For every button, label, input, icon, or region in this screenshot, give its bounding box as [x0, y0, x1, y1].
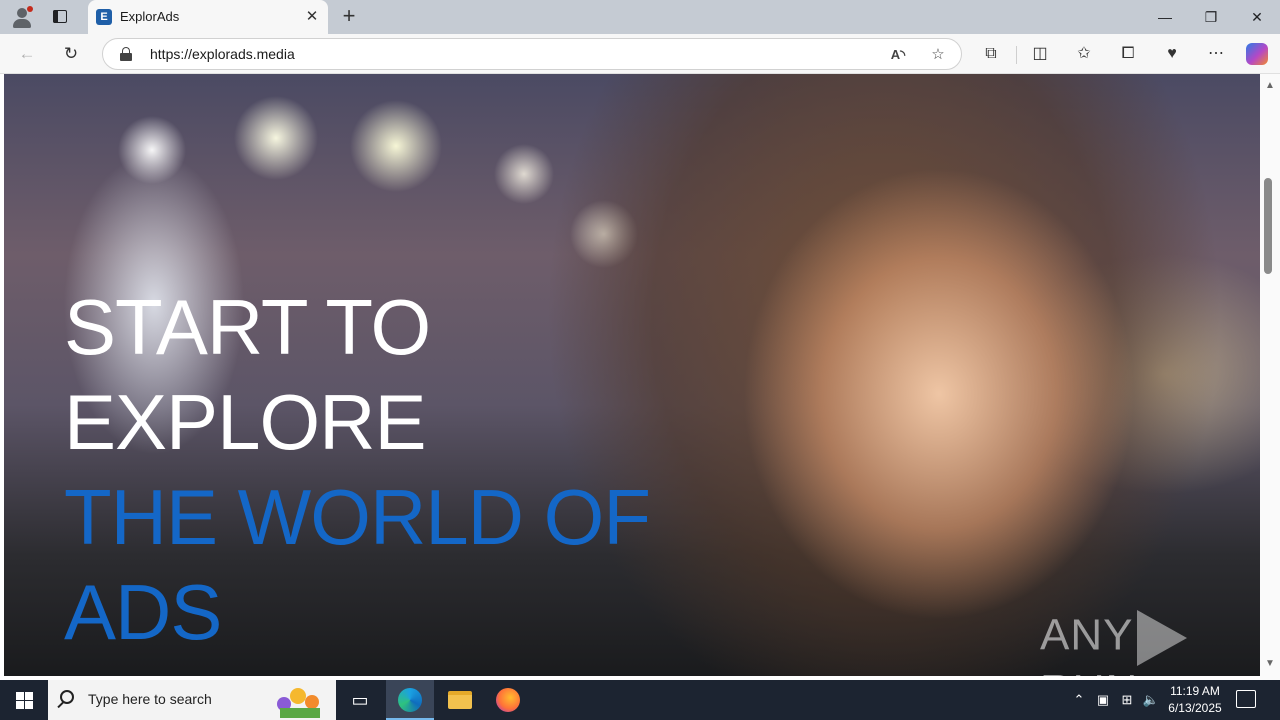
- split-screen-icon[interactable]: ◫: [1028, 42, 1052, 66]
- vertical-scrollbar[interactable]: ▲ ▼: [1260, 74, 1280, 680]
- site-favicon-icon: E: [96, 9, 112, 25]
- read-aloud-icon[interactable]: A◝: [887, 44, 909, 66]
- close-window-button[interactable]: ✕: [1234, 0, 1280, 34]
- scrollbar-thumb[interactable]: [1264, 178, 1272, 274]
- back-button[interactable]: ←: [14, 42, 40, 66]
- hero-banner: START TO EXPLORE THE WORLD OF ADS ANY RUN: [4, 74, 1260, 676]
- search-placeholder: Type here to search: [88, 691, 212, 707]
- tab-close-icon[interactable]: ✕: [302, 7, 322, 27]
- address-url[interactable]: https://explorads.media: [150, 46, 295, 62]
- profile-icon[interactable]: [10, 5, 34, 29]
- clock-date: 6/13/2025: [1168, 701, 1222, 715]
- headline-line-4: ADS: [64, 568, 222, 656]
- page-viewport: START TO EXPLORE THE WORLD OF ADS ANY RUN…: [0, 74, 1280, 680]
- address-bar[interactable]: https://explorads.media A◝ ☆: [102, 38, 962, 70]
- task-view-icon[interactable]: ▭: [336, 680, 384, 720]
- new-tab-button[interactable]: +: [338, 5, 360, 27]
- taskbar-clock[interactable]: 11:19 AM 6/13/2025: [1160, 683, 1230, 717]
- favorite-add-icon[interactable]: ☆: [927, 44, 949, 66]
- browser-toolbar: ← ↻ https://explorads.media A◝ ☆ ⧉ ◫ ✩ ⧠…: [0, 34, 1280, 74]
- anyrun-watermark: ANY RUN: [1040, 610, 1260, 676]
- windows-taskbar: Type here to search ▭ ⌃ ▣ ⊞ 🔈 11:19 AM 6…: [0, 680, 1280, 720]
- more-icon[interactable]: ⋯: [1204, 42, 1228, 66]
- notification-center-icon[interactable]: [1236, 690, 1256, 708]
- profile-notification-dot: [27, 6, 33, 12]
- taskbar-search-box[interactable]: Type here to search: [48, 680, 336, 720]
- watermark-right-text: RUN: [1040, 666, 1138, 676]
- firefox-button[interactable]: [484, 680, 532, 720]
- copilot-icon[interactable]: [1246, 43, 1268, 65]
- scroll-up-arrow-icon[interactable]: ▲: [1265, 80, 1275, 91]
- extensions-icon[interactable]: ⧉: [979, 42, 1003, 66]
- tab-actions-icon[interactable]: [50, 8, 70, 26]
- headline-line-3: THE WORLD OF: [64, 473, 651, 561]
- clock-time: 11:19 AM: [1170, 684, 1220, 698]
- tab-explorads[interactable]: E ExplorAds ✕: [88, 0, 328, 34]
- favorites-icon[interactable]: ✩: [1072, 42, 1096, 66]
- tray-device-icon[interactable]: ▣: [1092, 680, 1114, 720]
- scroll-down-arrow-icon[interactable]: ▼: [1265, 658, 1275, 669]
- headline-line-1: START TO: [64, 283, 431, 371]
- collections-icon[interactable]: ⧠: [1116, 42, 1140, 66]
- start-button[interactable]: [0, 680, 48, 720]
- file-explorer-button[interactable]: [436, 680, 484, 720]
- minimize-button[interactable]: —: [1142, 0, 1188, 34]
- site-info-lock-icon[interactable]: [119, 47, 133, 61]
- firefox-icon: [496, 688, 520, 712]
- headline-line-2: EXPLORE: [64, 378, 426, 466]
- show-hidden-icons-chevron-icon[interactable]: ⌃: [1068, 680, 1090, 720]
- restore-button[interactable]: ❐: [1188, 0, 1234, 34]
- file-explorer-icon: [448, 691, 472, 709]
- hero-headline: START TO EXPLORE THE WORLD OF ADS: [64, 280, 651, 660]
- watermark-left-text: ANY: [1040, 610, 1134, 660]
- toolbar-divider: [1016, 46, 1017, 64]
- network-icon[interactable]: ⊞: [1116, 680, 1138, 720]
- edge-taskbar-button[interactable]: [386, 680, 434, 720]
- refresh-button[interactable]: ↻: [58, 42, 84, 66]
- search-highlight-flowers-icon: [277, 688, 320, 718]
- browser-tab-strip: E ExplorAds ✕ + — ❐ ✕: [0, 0, 1280, 34]
- play-triangle-icon: [1137, 610, 1188, 666]
- tab-title: ExplorAds: [120, 9, 180, 24]
- browser-essentials-icon[interactable]: ♥: [1160, 42, 1184, 66]
- edge-icon: [398, 688, 422, 712]
- volume-icon[interactable]: 🔈: [1140, 680, 1162, 720]
